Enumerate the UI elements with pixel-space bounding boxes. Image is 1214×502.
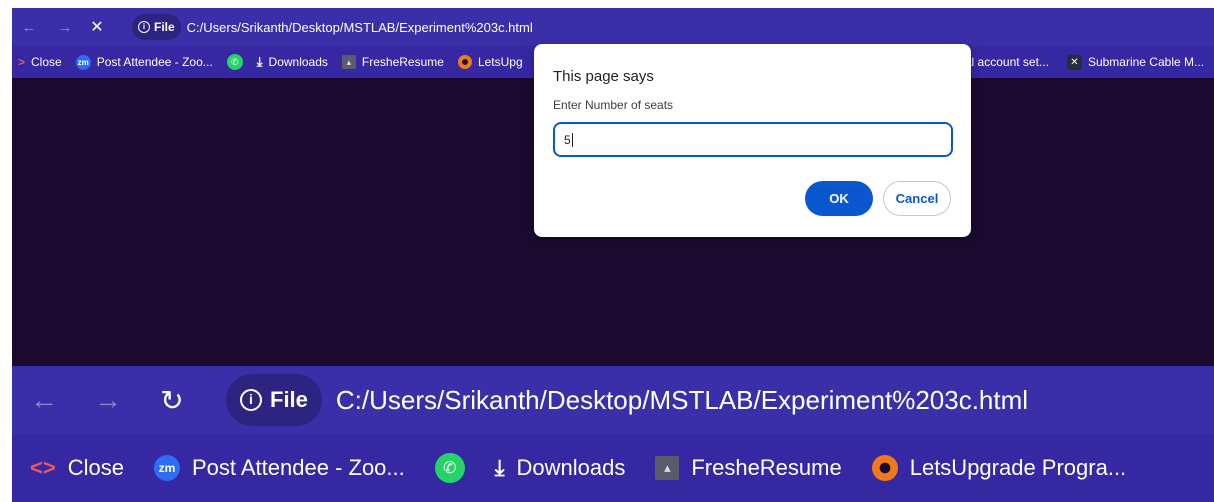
address-bar-zoomed: ← → ↻ i File C:/Users/Srikanth/Desktop/M… (12, 366, 1214, 434)
url-text[interactable]: C:/Users/Srikanth/Desktop/MSTLAB/Experim… (187, 20, 533, 35)
bookmark-letsupgrade[interactable]: LetsUpgrade Progra... (871, 455, 1127, 481)
info-icon: i (138, 21, 150, 33)
bookmark-zoom[interactable]: zm Post Attendee - Zoo... (153, 455, 405, 481)
scheme-label: File (270, 387, 308, 412)
bookmark-label: FresheResume (361, 55, 444, 69)
bookmark-submarine-cable[interactable]: ✕ Submarine Cable M... (1066, 54, 1204, 70)
bookmark-label: LetsUpgrade Progra... (909, 455, 1127, 480)
bookmark-label: Post Attendee - Zoo... (191, 455, 405, 480)
browser-window-zoomed: ← → ↻ i File C:/Users/Srikanth/Desktop/M… (12, 366, 1214, 502)
seats-input-value: 5 (564, 132, 571, 147)
letsupgrade-icon (457, 55, 472, 69)
forward-button[interactable]: → (76, 384, 140, 416)
forward-button[interactable]: → (52, 19, 78, 36)
whatsapp-icon: ✆ (434, 453, 465, 483)
text-caret (571, 132, 573, 147)
bookmark-label: Close (31, 55, 62, 69)
zoom-icon: zm (75, 54, 91, 70)
bookmark-downloads[interactable]: ⤓ Downloads (495, 455, 626, 481)
bookmark-downloads[interactable]: ⤓ Downloads (257, 54, 328, 70)
chevron-right-icon: > (18, 55, 26, 69)
bookmark-close[interactable]: <> Close (30, 455, 124, 481)
bookmark-label: FresheResume (691, 455, 842, 480)
bookmark-freshersume[interactable]: ▴ FresheResume (341, 55, 444, 69)
dialog-title: This page says (553, 68, 654, 85)
bookmark-label: ral account set... (960, 55, 1049, 69)
bookmark-label: Downloads (516, 455, 626, 480)
back-button[interactable]: ← (12, 384, 76, 416)
freshersume-icon: ▴ (341, 55, 356, 69)
submarine-cable-icon: ✕ (1066, 54, 1082, 70)
dialog-message: Enter Number of seats (553, 98, 674, 112)
bookmark-close[interactable]: > Close (18, 55, 62, 69)
bookmark-letsupgrade[interactable]: LetsUpg (457, 55, 523, 69)
ok-button[interactable]: OK (805, 181, 873, 216)
chevron-right-icon: <> (30, 455, 56, 480)
url-text[interactable]: C:/Users/Srikanth/Desktop/MSTLAB/Experim… (336, 385, 1028, 416)
bookmark-label: Submarine Cable M... (1087, 55, 1204, 69)
scheme-label: File (154, 20, 175, 34)
reload-button[interactable]: ↻ (140, 384, 204, 417)
bookmark-zoom[interactable]: zm Post Attendee - Zoo... (75, 54, 213, 70)
bookmark-label: LetsUpg (477, 55, 523, 69)
bookmark-freshersume[interactable]: ▴ FresheResume (655, 455, 842, 481)
left-margin (0, 0, 12, 502)
prompt-dialog: This page says Enter Number of seats 5 O… (534, 44, 971, 237)
info-icon: i (240, 389, 262, 411)
download-icon: ⤓ (256, 54, 263, 69)
zoom-icon: zm (153, 455, 180, 481)
cancel-button[interactable]: Cancel (883, 181, 951, 216)
freshersume-icon: ▴ (655, 456, 680, 480)
whatsapp-icon: ✆ (226, 54, 243, 70)
bookmarks-bar-zoomed: <> Close zm Post Attendee - Zoo... ✆ ⤓ D… (12, 434, 1214, 502)
download-icon: ⤓ (494, 455, 505, 480)
stop-loading-button[interactable]: ✕ (84, 17, 110, 37)
site-info-chip[interactable]: i File (226, 374, 322, 426)
seats-input[interactable]: 5 (553, 122, 953, 157)
letsupgrade-icon (871, 455, 898, 481)
bookmark-label: Downloads (268, 55, 328, 69)
bookmark-whatsapp[interactable]: ✆ (434, 453, 465, 483)
back-button[interactable]: ← (16, 19, 42, 36)
bookmark-label: Post Attendee - Zoo... (96, 55, 213, 69)
bookmark-account-settings[interactable]: ral account set... (961, 55, 1049, 69)
bookmark-label: Close (67, 455, 124, 480)
bookmark-whatsapp[interactable]: ✆ (226, 54, 243, 70)
address-bar: ← → ✕ i File C:/Users/Srikanth/Desktop/M… (12, 8, 1214, 46)
site-info-chip[interactable]: i File (132, 14, 181, 40)
bookmarks-right-group: ral account set... ✕ Submarine Cable M..… (961, 46, 1204, 78)
